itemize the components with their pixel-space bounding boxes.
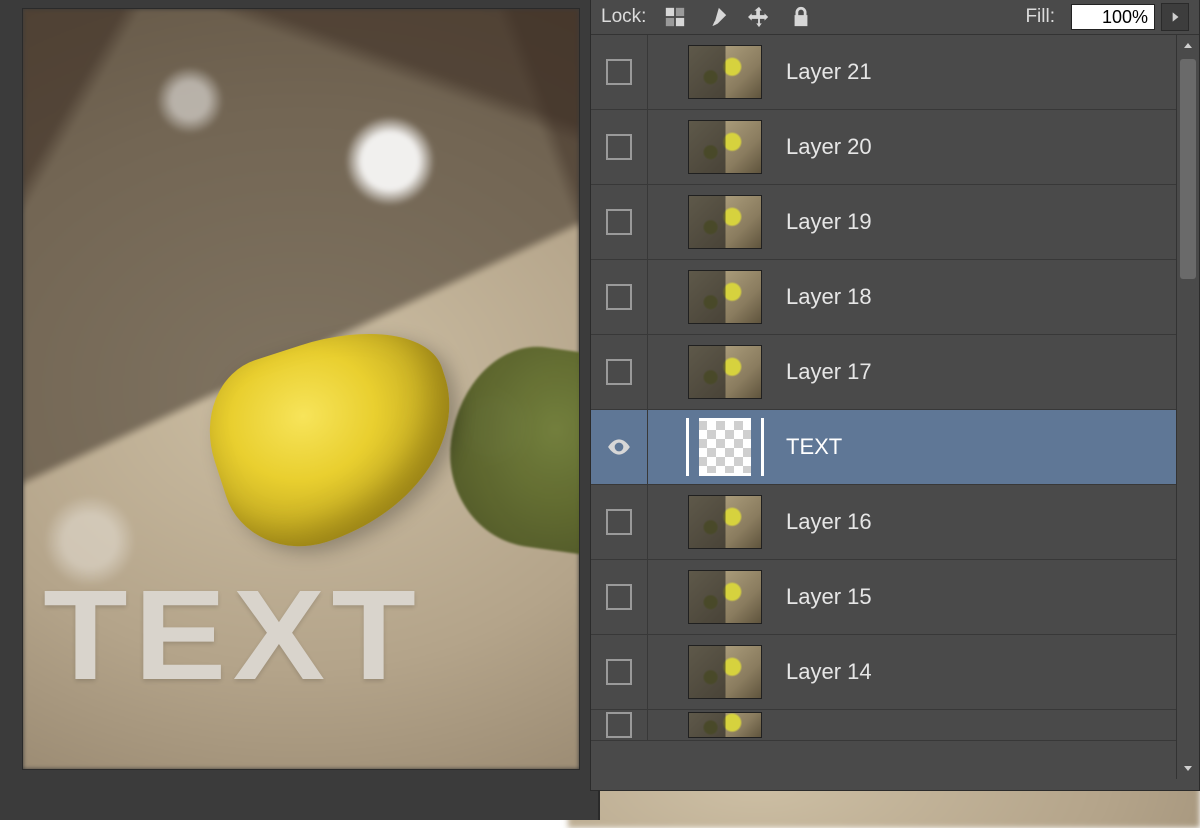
layer-row[interactable]: Layer 19: [591, 185, 1199, 260]
fill-value[interactable]: 100%: [1071, 4, 1155, 30]
layer-name[interactable]: Layer 19: [786, 209, 872, 235]
layer-name[interactable]: Layer 14: [786, 659, 872, 685]
scroll-up-button[interactable]: [1177, 35, 1199, 57]
layers-lock-bar: Lock: Fill: 100%: [591, 0, 1199, 35]
layer-name[interactable]: Layer 15: [786, 584, 872, 610]
layer-row[interactable]: [591, 710, 1199, 741]
layer-visibility-toggle[interactable]: [591, 35, 648, 109]
layer-thumbnail[interactable]: [688, 270, 762, 324]
layer-visibility-toggle[interactable]: [591, 635, 648, 709]
layer-thumbnail[interactable]: [688, 345, 762, 399]
visibility-empty-box: [606, 509, 632, 535]
layer-row[interactable]: Layer 14: [591, 635, 1199, 710]
layer-thumbnail[interactable]: [688, 120, 762, 174]
layer-name[interactable]: Layer 21: [786, 59, 872, 85]
layer-name[interactable]: Layer 17: [786, 359, 872, 385]
visibility-empty-box: [606, 209, 632, 235]
layers-list: Layer 21 Layer 20 Layer 19 Layer 18 Layer 17…: [591, 35, 1199, 779]
lock-label: Lock:: [601, 6, 646, 28]
fill-stepper[interactable]: [1161, 3, 1189, 31]
layer-row[interactable]: Layer 17: [591, 335, 1199, 410]
visibility-empty-box: [606, 284, 632, 310]
layer-thumbnail[interactable]: [688, 420, 762, 474]
canvas-text-value: TEXT: [43, 562, 422, 709]
eye-icon: [606, 434, 632, 460]
visibility-empty-box: [606, 712, 632, 738]
layer-visibility-toggle[interactable]: [591, 110, 648, 184]
lock-brush-icon[interactable]: [704, 5, 730, 29]
visibility-empty-box: [606, 584, 632, 610]
visibility-empty-box: [606, 359, 632, 385]
layer-row[interactable]: Layer 20: [591, 110, 1199, 185]
chevron-right-icon: [1168, 10, 1182, 24]
layer-visibility-toggle[interactable]: [591, 485, 648, 559]
app-stage: TEXT Lock: Fill: 100%: [0, 0, 1200, 828]
scroll-thumb[interactable]: [1180, 59, 1196, 279]
fill-field[interactable]: 100%: [1071, 3, 1189, 31]
document-canvas[interactable]: TEXT: [22, 8, 580, 770]
scroll-down-button[interactable]: [1177, 757, 1199, 779]
canvas-text-layer: TEXT: [43, 562, 579, 709]
visibility-empty-box: [606, 134, 632, 160]
lock-all-icon[interactable]: [788, 5, 814, 29]
layer-visibility-toggle[interactable]: [591, 260, 648, 334]
fill-label: Fill:: [1025, 6, 1055, 28]
layer-thumbnail[interactable]: [688, 45, 762, 99]
layer-row[interactable]: Layer 15: [591, 560, 1199, 635]
layer-visibility-toggle[interactable]: [591, 410, 648, 484]
layer-name[interactable]: TEXT: [786, 434, 842, 460]
visibility-empty-box: [606, 59, 632, 85]
layer-row[interactable]: Layer 21: [591, 35, 1199, 110]
visibility-empty-box: [606, 659, 632, 685]
layer-thumbnail[interactable]: [688, 195, 762, 249]
layer-thumbnail[interactable]: [688, 645, 762, 699]
layer-name[interactable]: Layer 16: [786, 509, 872, 535]
layer-thumbnail[interactable]: [688, 570, 762, 624]
layer-visibility-toggle[interactable]: [591, 185, 648, 259]
layer-row[interactable]: TEXT: [591, 410, 1199, 485]
layer-row[interactable]: Layer 16: [591, 485, 1199, 560]
layer-name[interactable]: Layer 18: [786, 284, 872, 310]
layer-row[interactable]: Layer 18: [591, 260, 1199, 335]
layer-name[interactable]: Layer 20: [786, 134, 872, 160]
layers-scrollbar[interactable]: [1176, 35, 1199, 779]
lock-move-icon[interactable]: [746, 5, 772, 29]
layer-visibility-toggle[interactable]: [591, 335, 648, 409]
layer-visibility-toggle[interactable]: [591, 710, 648, 740]
layer-thumbnail[interactable]: [688, 495, 762, 549]
app-frame: TEXT: [0, 0, 600, 820]
layers-panel: Lock: Fill: 100% Layer 21La: [590, 0, 1200, 791]
layer-thumbnail[interactable]: [688, 712, 762, 738]
lock-transparency-icon[interactable]: [662, 5, 688, 29]
layer-visibility-toggle[interactable]: [591, 560, 648, 634]
